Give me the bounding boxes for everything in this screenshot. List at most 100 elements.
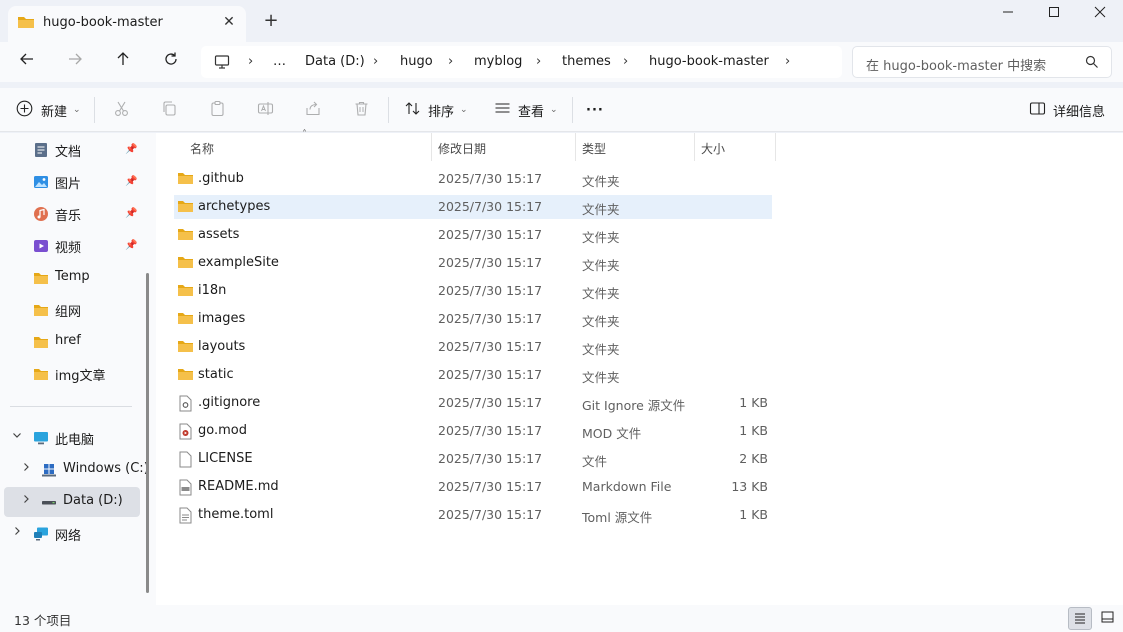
- column-header-type[interactable]: 类型: [576, 133, 694, 161]
- rename-button[interactable]: [257, 96, 274, 124]
- new-tab-button[interactable]: +: [260, 11, 282, 33]
- pin-icon[interactable]: 📌: [125, 240, 137, 251]
- file-type: 文件: [582, 454, 608, 469]
- breadcrumb-hugo-book-master[interactable]: hugo-book-master: [649, 54, 769, 69]
- file-type: Toml 源文件: [582, 510, 653, 525]
- file-row[interactable]: static 2025/7/30 15:17 文件夹: [174, 363, 772, 387]
- file-row[interactable]: layouts 2025/7/30 15:17 文件夹: [174, 335, 772, 359]
- sidebar-item-documents[interactable]: 文档 📌: [4, 135, 140, 165]
- file-name: .gitignore: [198, 395, 261, 410]
- computer-icon[interactable]: [214, 54, 230, 74]
- chevron-right-icon[interactable]: ›: [373, 54, 378, 69]
- breadcrumb-hugo[interactable]: hugo: [400, 54, 433, 69]
- file-modified-date: 2025/7/30 15:17: [438, 451, 543, 466]
- blank-file-icon: [177, 451, 194, 472]
- paste-button[interactable]: [209, 96, 226, 124]
- share-button[interactable]: [305, 96, 322, 124]
- sort-label: 排序: [428, 104, 455, 120]
- refresh-button[interactable]: [159, 51, 183, 73]
- chevron-right-icon[interactable]: ›: [785, 54, 790, 69]
- cut-button[interactable]: [113, 96, 130, 124]
- column-divider[interactable]: [775, 133, 776, 161]
- file-name: layouts: [198, 339, 246, 354]
- file-modified-date: 2025/7/30 15:17: [438, 367, 543, 382]
- back-button[interactable]: [15, 51, 39, 73]
- sidebar-item-img-articles[interactable]: img文章: [4, 359, 140, 389]
- sidebar-item-videos[interactable]: 视频 📌: [4, 231, 140, 261]
- column-header-size[interactable]: 大小: [695, 133, 775, 161]
- view-button[interactable]: 查看 ⌄: [494, 96, 558, 124]
- details-label: 详细信息: [1053, 104, 1106, 120]
- file-type: 文件夹: [582, 314, 620, 329]
- close-tab-icon[interactable]: ✕: [220, 13, 238, 31]
- minimize-button[interactable]: [985, 6, 1031, 34]
- search-placeholder: 在 hugo-book-master 中搜索: [866, 59, 1047, 74]
- sidebar-item-zuwang[interactable]: 组网: [4, 295, 140, 325]
- sidebar-item-drive-d[interactable]: Data (D:): [4, 487, 140, 517]
- sidebar-item-pictures[interactable]: 图片 📌: [4, 167, 140, 197]
- delete-button[interactable]: [353, 96, 370, 124]
- sidebar-item-music[interactable]: 音乐 📌: [4, 199, 140, 229]
- file-row[interactable]: archetypes 2025/7/30 15:17 文件夹: [174, 195, 772, 219]
- chevron-right-icon[interactable]: [21, 462, 31, 475]
- pin-icon[interactable]: 📌: [125, 144, 137, 155]
- column-header-name[interactable]: 名称 ˄: [174, 129, 432, 161]
- file-row[interactable]: exampleSite 2025/7/30 15:17 文件夹: [174, 251, 772, 275]
- toolbar-divider: [388, 97, 389, 123]
- tiles-view-button[interactable]: [1096, 607, 1120, 630]
- search-icon[interactable]: [1085, 55, 1099, 73]
- pin-icon[interactable]: 📌: [125, 176, 137, 187]
- breadcrumb-data-d[interactable]: Data (D:): [305, 54, 365, 69]
- file-row[interactable]: images 2025/7/30 15:17 文件夹: [174, 307, 772, 331]
- file-row[interactable]: i18n 2025/7/30 15:17 文件夹: [174, 279, 772, 303]
- breadcrumb-themes[interactable]: themes: [562, 54, 611, 69]
- file-row[interactable]: theme.toml 2025/7/30 15:17 Toml 源文件 1 KB: [174, 503, 772, 527]
- sidebar-item-drive-c[interactable]: Windows (C:): [4, 455, 149, 485]
- chevron-down-icon[interactable]: [12, 430, 22, 443]
- chevron-right-icon[interactable]: ›: [623, 54, 628, 69]
- maximize-button[interactable]: [1031, 6, 1077, 34]
- file-row[interactable]: .gitignore 2025/7/30 15:17 Git Ignore 源文件 1…: [174, 391, 772, 415]
- sidebar-item-href[interactable]: href: [4, 327, 140, 357]
- file-row[interactable]: assets 2025/7/30 15:17 文件夹: [174, 223, 772, 247]
- copy-button[interactable]: [161, 96, 178, 124]
- chevron-right-icon[interactable]: [12, 526, 22, 539]
- sidebar-item-temp[interactable]: Temp: [4, 263, 140, 293]
- title-bar: hugo-book-master ✕ +: [0, 0, 1123, 42]
- details-pane-button[interactable]: 详细信息: [1029, 96, 1105, 124]
- file-row[interactable]: LICENSE 2025/7/30 15:17 文件 2 KB: [174, 447, 772, 471]
- file-row[interactable]: .github 2025/7/30 15:17 文件夹: [174, 167, 772, 191]
- navigation-pane: 文档 📌 图片 📌 音乐 📌 视频 📌 Temp 组网 href img文章 此…: [0, 133, 156, 605]
- new-button[interactable]: 新建 ⌄: [16, 96, 81, 124]
- more-options-button[interactable]: ···: [586, 96, 604, 124]
- status-bar: 13 个项目: [0, 605, 1123, 632]
- forward-button[interactable]: [63, 51, 87, 73]
- music-icon: [33, 206, 49, 222]
- chevron-right-icon[interactable]: ›: [536, 54, 541, 69]
- column-header-date[interactable]: 修改日期: [432, 133, 576, 161]
- search-input[interactable]: 在 hugo-book-master 中搜索: [852, 46, 1112, 78]
- plus-circle-icon: [16, 100, 33, 121]
- chevron-right-icon[interactable]: ›: [448, 54, 453, 69]
- chevron-right-icon[interactable]: [21, 494, 31, 507]
- sidebar-item-network[interactable]: 网络: [4, 519, 140, 549]
- sidebar-item-this-pc[interactable]: 此电脑: [4, 423, 140, 453]
- address-bar[interactable]: › … Data (D:) › hugo › myblog › themes ›…: [201, 46, 842, 78]
- file-row[interactable]: go.mod 2025/7/30 15:17 MOD 文件 1 KB: [174, 419, 772, 443]
- breadcrumb-myblog[interactable]: myblog: [474, 54, 522, 69]
- file-row[interactable]: README.md 2025/7/30 15:17 Markdown File 13 …: [174, 475, 772, 499]
- markdown-file-icon: [177, 479, 194, 500]
- sidebar-scrollbar[interactable]: [146, 273, 149, 593]
- details-view-button[interactable]: [1068, 607, 1092, 630]
- breadcrumb-overflow[interactable]: …: [273, 54, 286, 69]
- chevron-right-icon[interactable]: ›: [248, 54, 253, 69]
- tab-hugo-book-master[interactable]: hugo-book-master ✕: [8, 6, 246, 42]
- column-date-label: 修改日期: [438, 142, 487, 156]
- close-window-button[interactable]: [1077, 6, 1123, 34]
- pin-icon[interactable]: 📌: [125, 208, 137, 219]
- network-icon: [33, 526, 49, 542]
- sort-button[interactable]: 排序 ⌄: [404, 96, 468, 124]
- copy-icon: [161, 100, 178, 121]
- up-button[interactable]: [111, 51, 135, 73]
- toolbar-divider: [94, 97, 95, 123]
